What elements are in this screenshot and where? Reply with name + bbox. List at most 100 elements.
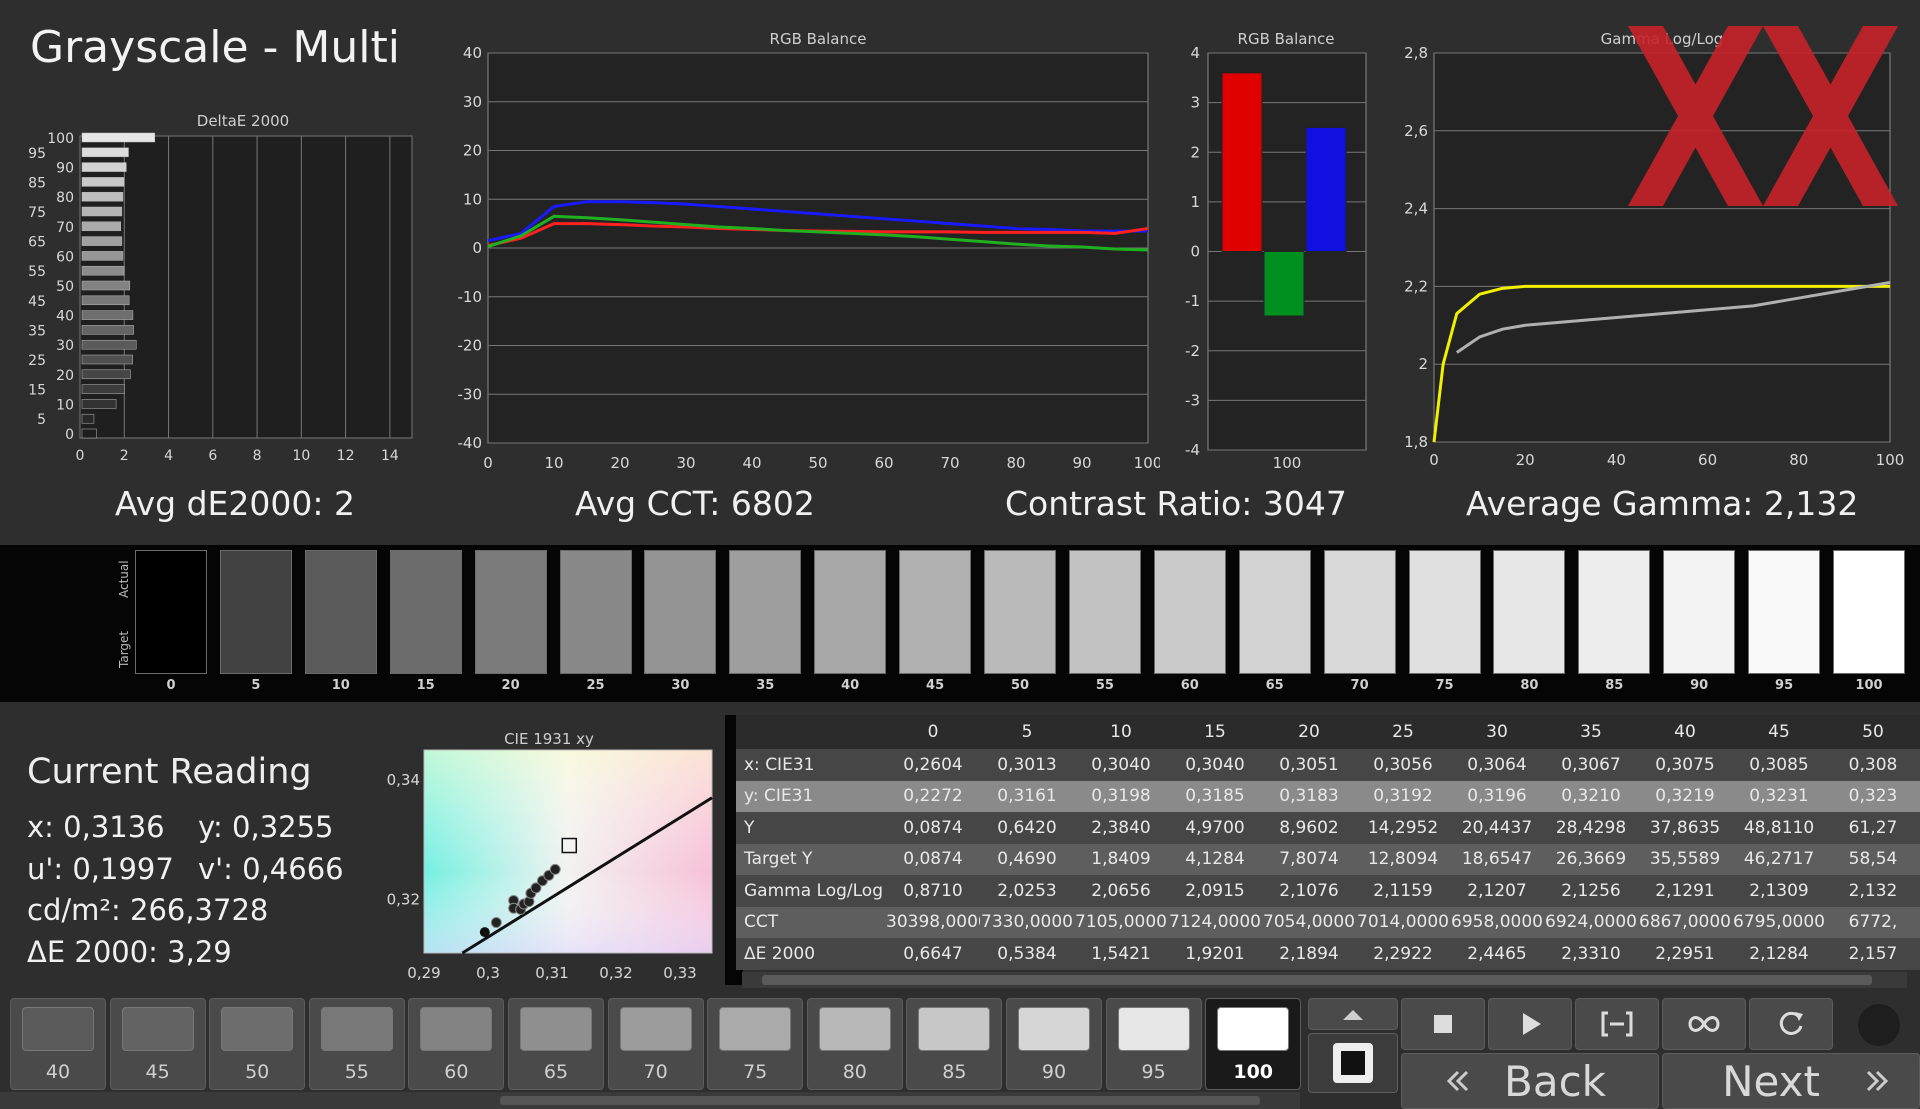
avg-de-stat: Avg dE2000: 2: [115, 484, 355, 523]
gray-swatch: [984, 550, 1056, 674]
patch-button[interactable]: 40: [10, 998, 106, 1090]
rgb-y-tick: -20: [458, 337, 483, 355]
table-row[interactable]: Gamma Log/Log 0,8710 2,0253 2,0656 2,0915 2,1…: [736, 875, 1920, 907]
patch-button[interactable]: 60: [408, 998, 505, 1090]
patch-button[interactable]: 85: [906, 998, 1003, 1090]
table-row[interactable]: x: CIE31 0,2604 0,3013 0,3040 0,3040 0,3051 0,…: [736, 749, 1920, 781]
cie-x-tick: 0,33: [663, 964, 696, 982]
patch-button-label: 60: [444, 1061, 469, 1083]
table-column-header[interactable]: 15: [1168, 715, 1262, 749]
cie-x-tick: 0,31: [535, 964, 568, 982]
table-row[interactable]: y: CIE31 0,2272 0,3161 0,3198 0,3185 0,3183 0,…: [736, 780, 1920, 812]
reading-u: u': 0,1997: [27, 852, 174, 886]
table-cell: 14,2952: [1356, 812, 1450, 844]
swatch-label: 0: [166, 678, 176, 693]
patch-button-label: 100: [1233, 1061, 1274, 1083]
deltae-bar: [81, 191, 124, 202]
rgb-bars-y-tick: -4: [1185, 441, 1200, 459]
table-horizontal-scrollbar[interactable]: [742, 972, 1907, 988]
refresh-button[interactable]: [1749, 998, 1833, 1050]
rgb-bars-y-tick: -2: [1185, 342, 1200, 360]
table-scroll-thumb[interactable]: [762, 975, 1872, 985]
table-cell: 2,2922: [1356, 938, 1450, 970]
table-column-header[interactable]: 5: [980, 715, 1074, 749]
swatch-label: 65: [1265, 678, 1284, 693]
patch-color-chip: [818, 1007, 891, 1051]
deltae-y-tick: 35: [28, 323, 46, 339]
table-column-header[interactable]: 20: [1262, 715, 1356, 749]
table-cell: 6958,0000: [1450, 906, 1544, 938]
table-cell: 2,0915: [1168, 875, 1262, 907]
rgb-bars-y-tick: -3: [1185, 391, 1200, 409]
table-cell: 4,9700: [1168, 812, 1262, 844]
patch-button[interactable]: 55: [308, 998, 405, 1090]
row-label: CCT: [736, 906, 886, 938]
swatch-label: 70: [1350, 678, 1369, 693]
table-row[interactable]: Y 0,0874 0,6420 2,3840 4,9700 8,9602 14,2952 20…: [736, 812, 1920, 844]
table-column-header[interactable]: 25: [1356, 715, 1450, 749]
fit-range-button[interactable]: [1575, 998, 1659, 1050]
table-column-header[interactable]: 45: [1732, 715, 1826, 749]
patch-button-label: 70: [643, 1061, 668, 1083]
next-button[interactable]: Next: [1662, 1053, 1920, 1109]
table-column-header[interactable]: 10: [1074, 715, 1168, 749]
patch-button[interactable]: 100: [1205, 998, 1302, 1090]
patch-button[interactable]: 90: [1006, 998, 1102, 1090]
table-corner: [736, 715, 886, 749]
swatch-label: 50: [1010, 678, 1030, 693]
patch-button[interactable]: 75: [707, 998, 804, 1090]
gray-swatch: [1153, 550, 1226, 674]
table-column-header[interactable]: 40: [1638, 715, 1732, 749]
record-indicator[interactable]: [1858, 1004, 1900, 1046]
rgb-bars-chart: 4 3 2 1 0 -1 -2 -3 -4 100: [1185, 44, 1367, 472]
table-cell: 8,9602: [1262, 812, 1356, 844]
deltae-x-tick: 8: [253, 448, 262, 464]
deltae-bar: [81, 280, 131, 291]
table-row[interactable]: CCT 30398,0000 7330,0000 7105,0000 7124,0000…: [736, 906, 1920, 938]
patch-scroll-thumb[interactable]: [500, 1096, 1260, 1105]
loop-button[interactable]: [1662, 998, 1746, 1050]
patch-button[interactable]: 95: [1105, 998, 1202, 1090]
table-column-header[interactable]: 0: [886, 715, 980, 749]
deltae-y-tick: 75: [28, 205, 46, 221]
row-label: x: CIE31: [736, 749, 886, 781]
table-cell: 0,3231: [1732, 780, 1826, 812]
patch-button[interactable]: 65: [508, 998, 604, 1090]
back-button[interactable]: Back: [1401, 1053, 1659, 1109]
xx-logo-icon: [1628, 26, 1898, 206]
table-cell: 0,3161: [980, 780, 1074, 812]
patch-button[interactable]: 50: [209, 998, 306, 1090]
deltae-bar: [81, 399, 117, 409]
swatch-label: 45: [926, 678, 945, 693]
table-column-header[interactable]: 30: [1450, 715, 1544, 749]
patch-button[interactable]: 70: [607, 998, 704, 1090]
table-row[interactable]: Target Y 0,0874 0,4690 1,8409 4,1284 7,8074 12…: [736, 843, 1920, 875]
cie-point: [549, 863, 561, 875]
patch-color-chip: [719, 1007, 792, 1051]
table-column-header[interactable]: 50: [1826, 715, 1920, 749]
deltae-y-tick: 80: [56, 190, 74, 206]
stop-measure-button[interactable]: [1308, 1033, 1398, 1093]
stop-button[interactable]: [1401, 998, 1485, 1050]
rgb-y-tick: 30: [463, 93, 482, 111]
patch-button[interactable]: 80: [806, 998, 903, 1090]
up-arrow-button[interactable]: [1308, 998, 1398, 1030]
table-column-header[interactable]: 35: [1544, 715, 1638, 749]
table-cell: 48,8110: [1732, 812, 1826, 844]
table-cell: 28,4298: [1544, 812, 1638, 844]
patch-color-chip: [221, 1007, 294, 1051]
rgb-x-tick: 100: [1134, 454, 1160, 472]
table-cell: 0,3013: [980, 749, 1074, 781]
gamma-y-tick: 2,8: [1404, 44, 1428, 62]
table-cell: 0,6647: [886, 938, 980, 970]
loop-icon: [1688, 1016, 1720, 1032]
table-cell: 0,3183: [1262, 780, 1356, 812]
patch-button[interactable]: 45: [109, 998, 206, 1090]
table-row[interactable]: ΔE 2000 0,6647 0,5384 1,5421 1,9201 2,1894 2,2…: [736, 938, 1920, 970]
play-button[interactable]: [1488, 998, 1572, 1050]
table-cell: 2,1894: [1262, 938, 1356, 970]
patch-color-chip: [1217, 1007, 1290, 1051]
rgb-bars-y-tick: 3: [1190, 94, 1200, 112]
patch-scrollbar[interactable]: [0, 1092, 1300, 1109]
patch-color-chip: [1018, 1007, 1090, 1051]
